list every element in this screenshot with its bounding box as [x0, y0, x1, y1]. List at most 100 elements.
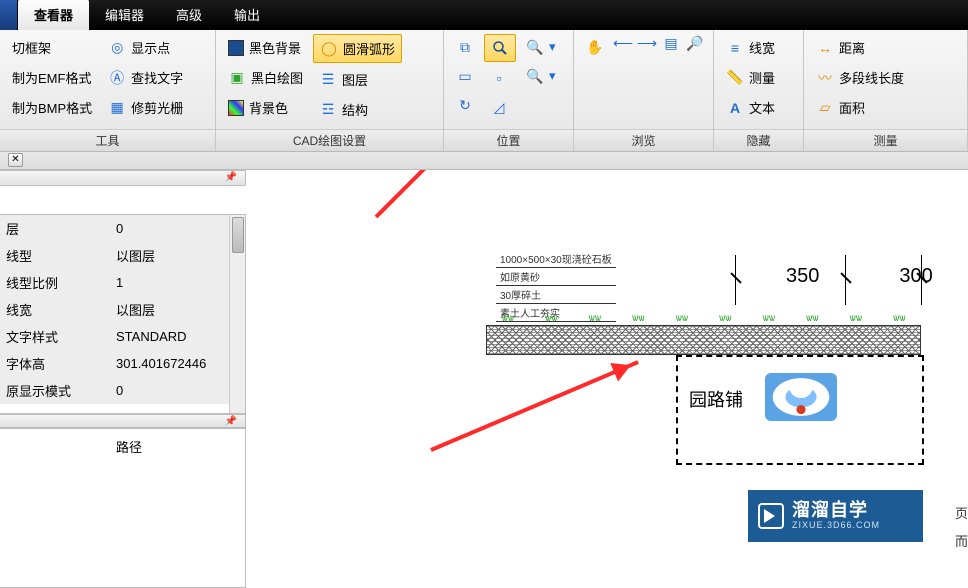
btn-pos6[interactable]: ◿ — [484, 94, 516, 120]
magnifier-icon — [491, 39, 509, 57]
btn-hide-measure[interactable]: 📏测量 — [720, 64, 781, 91]
group-browse-title: 浏览 — [574, 129, 713, 151]
property-value[interactable]: STANDARD — [110, 323, 245, 350]
property-value[interactable]: 以图层 — [110, 242, 245, 269]
app-corner[interactable] — [0, 0, 18, 30]
btn-zoom-area[interactable] — [484, 34, 516, 62]
tab-editor[interactable]: 编辑器 — [89, 0, 160, 30]
btn-hide-lw[interactable]: ≡线宽 — [720, 34, 781, 61]
property-row[interactable]: 字体高301.401672446 — [0, 350, 245, 377]
property-key: 层 — [0, 215, 110, 242]
tab-advanced[interactable]: 高级 — [160, 0, 218, 30]
btn-hide-text[interactable]: A文本 — [720, 94, 781, 121]
btn-bgcolor[interactable]: 背景色 — [222, 94, 309, 121]
property-value[interactable]: 以图层 — [110, 296, 245, 323]
trim-icon: ▦ — [108, 99, 126, 117]
property-row[interactable]: 原显示模式0 — [0, 377, 245, 404]
group-measure: ↔距离 〰多段线长度 ▱面积 测量 — [804, 30, 968, 151]
btn-pos5[interactable]: ▫ — [484, 65, 516, 91]
search-text-icon: Ⓐ — [108, 69, 126, 87]
btn-emf[interactable]: 制为EMF格式 — [6, 64, 98, 91]
bw-draw-icon: ▣ — [228, 69, 246, 87]
bgcolor-icon — [228, 100, 244, 116]
watermark-url: ZIXUE.3D66.COM — [792, 521, 880, 531]
polyline-icon: 〰 — [816, 69, 834, 87]
property-key: 原显示模式 — [0, 377, 110, 404]
btn-frame[interactable]: 切框架 — [6, 34, 98, 61]
drawing-canvas[interactable]: 1000×500×30现浇砼石板 如原黄砂 30厚碎土 素土人工夯实 350 3… — [246, 170, 968, 588]
lineweight-icon: ≡ — [726, 39, 744, 57]
path-label: 路径 — [116, 440, 142, 455]
dim-value: 350 — [786, 265, 819, 288]
btn-bmp[interactable]: 制为BMP格式 — [6, 94, 98, 121]
close-tab-button[interactable]: ✕ — [8, 153, 23, 167]
cross-section: ѡѡѡѡѡѡѡѡѡѡ ѡѡѡѡѡѡѡѡѡѡ — [486, 315, 921, 355]
dimension-labels: 350 300 — [786, 265, 933, 288]
property-value[interactable]: 0 — [110, 377, 245, 404]
group-hide-title: 隐藏 — [714, 129, 803, 151]
hatch-fill — [486, 325, 921, 355]
property-row[interactable]: 线宽以图层 — [0, 296, 245, 323]
btn-pos2[interactable]: ▭ — [450, 63, 480, 89]
distance-icon: ↔ — [816, 39, 834, 57]
layer-icon: ☰ — [319, 71, 337, 89]
btn-distance[interactable]: ↔距离 — [810, 34, 910, 61]
right-edge-text: 页 而 — [955, 500, 968, 556]
lower-panel-header: 📌 — [0, 414, 246, 428]
zoom-in-icon: 🔍 — [526, 38, 544, 56]
btn-blackbg[interactable]: 黑色背景 — [222, 34, 309, 61]
menu-bar: 查看器 编辑器 高级 输出 — [0, 0, 968, 30]
chevron-down-icon: ▾ — [549, 68, 556, 84]
btn-trimraster[interactable]: ▦修剪光栅 — [102, 94, 189, 121]
btn-polylength[interactable]: 〰多段线长度 — [810, 64, 910, 91]
property-row[interactable]: 文字样式STANDARD — [0, 323, 245, 350]
btn-zoomin[interactable]: 🔍▾ — [520, 34, 562, 60]
group-browse: ✋ ⟵ ⟶ ▤ 🔎 浏览 — [574, 30, 714, 151]
dim-tick — [735, 255, 736, 305]
btn-area[interactable]: ▱面积 — [810, 94, 910, 121]
tab-viewer[interactable]: 查看器 — [18, 0, 89, 30]
btn-hand[interactable]: ✋ — [580, 34, 610, 60]
property-row[interactable]: 层0 — [0, 215, 245, 242]
group-hide: ≡线宽 📏测量 A文本 隐藏 — [714, 30, 804, 151]
watermark: 溜溜自学 ZIXUE.3D66.COM — [748, 490, 923, 542]
property-row[interactable]: 线型以图层 — [0, 242, 245, 269]
side-panel: 📌 层0线型以图层线型比例1线宽以图层文字样式STANDARD字体高301.40… — [0, 170, 246, 588]
btn-zoomout[interactable]: 🔍▾ — [520, 63, 562, 89]
black-bg-icon — [228, 40, 244, 56]
btn-structure[interactable]: ☲结构 — [313, 96, 402, 123]
extents-icon: ▭ — [456, 67, 474, 85]
pin-icon[interactable]: 📌 — [225, 172, 237, 183]
btn-smootharc[interactable]: ◯圆滑弧形 — [313, 34, 402, 63]
property-value[interactable]: 0 — [110, 215, 245, 242]
property-value[interactable]: 301.401672446 — [110, 350, 245, 377]
arrow-left-icon[interactable]: ⟵ — [614, 34, 632, 52]
btn-pos1[interactable]: ⧉ — [450, 34, 480, 60]
tab-output[interactable]: 输出 — [218, 0, 276, 30]
arrow-right-icon[interactable]: ⟶ — [638, 34, 656, 52]
property-key: 字体高 — [0, 350, 110, 377]
doc-nav-icon[interactable]: ▤ — [662, 34, 680, 52]
properties-table: 层0线型以图层线型比例1线宽以图层文字样式STANDARD字体高301.4016… — [0, 215, 245, 404]
doc-search-icon[interactable]: 🔎 — [686, 34, 704, 52]
properties-table-container: 层0线型以图层线型比例1线宽以图层文字样式STANDARD字体高301.4016… — [0, 214, 246, 414]
play-icon — [758, 503, 784, 529]
property-value[interactable]: 1 — [110, 269, 245, 296]
property-key: 文字样式 — [0, 323, 110, 350]
watermark-title: 溜溜自学 — [792, 501, 880, 521]
scrollbar[interactable] — [229, 215, 245, 413]
properties-header: 📌 — [0, 170, 246, 186]
window-zoom-icon: ⧉ — [456, 38, 474, 56]
annotation-arrow — [430, 360, 639, 452]
note-title: 1000×500×30现浇砼石板 — [496, 250, 616, 268]
btn-bwdraw[interactable]: ▣黑白绘图 — [222, 64, 309, 91]
property-row[interactable]: 线型比例1 — [0, 269, 245, 296]
callout-label: 园路铺 — [689, 386, 743, 412]
box-icon: ▫ — [490, 69, 508, 87]
pin-icon[interactable]: 📌 — [225, 416, 237, 427]
btn-pos3[interactable]: ↻ — [450, 92, 480, 118]
btn-findtext[interactable]: Ⓐ查找文字 — [102, 64, 189, 91]
btn-showpoints[interactable]: ◎显示点 — [102, 34, 189, 61]
btn-layer[interactable]: ☰图层 — [313, 66, 402, 93]
scroll-thumb[interactable] — [232, 217, 244, 253]
